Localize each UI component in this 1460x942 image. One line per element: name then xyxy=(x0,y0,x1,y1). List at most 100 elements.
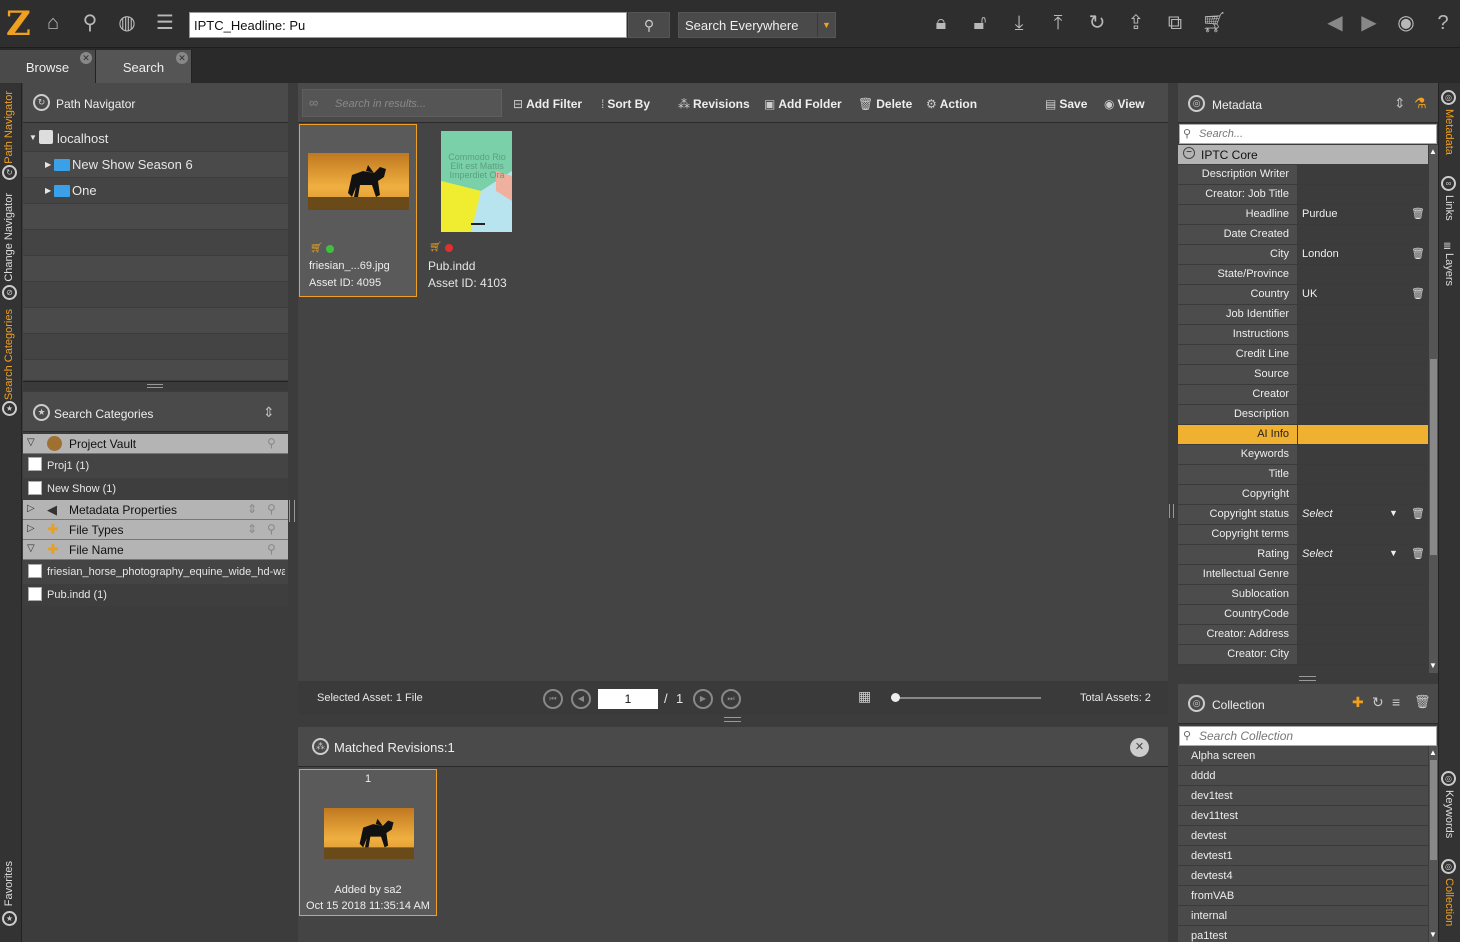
metadata-row[interactable]: Description xyxy=(1178,405,1428,425)
sort-by-button[interactable]: ⁞ Sort By xyxy=(601,97,650,111)
chevron-down-icon[interactable]: ▼ xyxy=(1389,508,1398,518)
collection-item[interactable]: devtest xyxy=(1178,826,1428,846)
metadata-row[interactable]: State/Province xyxy=(1178,265,1428,285)
list-icon[interactable]: ≡ xyxy=(1392,694,1400,710)
category-item[interactable]: friesian_horse_photography_equine_wide_h… xyxy=(23,560,288,584)
checkbox[interactable] xyxy=(28,481,42,495)
checkbox[interactable] xyxy=(28,457,42,471)
trash-icon[interactable]: 🗑︎ xyxy=(1411,547,1425,560)
scroll-up-icon[interactable]: ▲ xyxy=(1429,748,1437,757)
metadata-row[interactable]: City London 🗑︎ xyxy=(1178,245,1428,265)
add-filter-button[interactable]: ⊟ Add Filter xyxy=(513,97,582,111)
collection-search-input[interactable]: ⚲ Search Collection xyxy=(1179,726,1437,746)
collection-item[interactable]: fromVAB xyxy=(1178,886,1428,906)
vertical-splitter-handle[interactable] xyxy=(1169,504,1174,518)
close-icon[interactable]: ✕ xyxy=(176,52,188,64)
expand-icon[interactable]: ▶ xyxy=(45,186,51,195)
splitter-handle[interactable] xyxy=(23,381,288,391)
download-icon[interactable]: ⤓ xyxy=(1006,10,1032,36)
scrollbar[interactable]: ▲ ▼ xyxy=(1429,746,1438,942)
rail-layers[interactable]: Layers xyxy=(1443,253,1455,286)
tab-search[interactable]: Search ✕ xyxy=(96,50,192,83)
app-logo[interactable]: Z xyxy=(6,6,31,42)
metadata-row[interactable]: Headline Purdue 🗑︎ xyxy=(1178,205,1428,225)
metadata-row[interactable]: Copyright status Select ▼ 🗑︎ xyxy=(1178,505,1428,525)
collection-item[interactable]: internal xyxy=(1178,906,1428,926)
metadata-row[interactable]: CountryCode xyxy=(1178,605,1428,625)
asset-thumbnail[interactable]: Commodo Rio Elit est Mattis Imperdiet Or… xyxy=(441,131,512,232)
action-button[interactable]: ⚙ Action xyxy=(926,97,977,111)
save-button[interactable]: ▤ Save xyxy=(1045,97,1087,111)
metadata-field-value[interactable]: Select xyxy=(1302,548,1333,560)
revision-thumbnail[interactable] xyxy=(324,808,414,859)
collection-item[interactable]: devtest1 xyxy=(1178,846,1428,866)
last-page-button[interactable]: ⏭ xyxy=(721,689,741,709)
collection-item[interactable]: devtest4 xyxy=(1178,866,1428,886)
search-icon[interactable]: ⚲ xyxy=(267,542,276,556)
search-icon[interactable]: ⚲ xyxy=(267,502,276,516)
trash-icon[interactable]: 🗑︎ xyxy=(1411,207,1425,220)
splitter-handle[interactable] xyxy=(1299,676,1316,681)
user-icon[interactable]: ◉ xyxy=(1393,10,1419,36)
collection-item[interactable]: dddd xyxy=(1178,766,1428,786)
flask-icon[interactable]: ⚗ xyxy=(1414,95,1427,112)
chevron-down-icon[interactable]: ▼ xyxy=(1389,548,1398,558)
rail-metadata[interactable]: Metadata xyxy=(1443,109,1455,155)
metadata-row[interactable]: Description Writer xyxy=(1178,165,1428,185)
rail-keywords[interactable]: Keywords xyxy=(1443,790,1455,838)
metadata-row[interactable]: Job Identifier xyxy=(1178,305,1428,325)
category-project-vault[interactable]: ▽ Project Vault ⚲ xyxy=(23,434,288,454)
rail-favorites[interactable]: Favorites xyxy=(3,861,15,906)
metadata-row[interactable]: Creator xyxy=(1178,385,1428,405)
asset-card[interactable]: 🛒︎ friesian_...69.jpg Asset ID: 4095 xyxy=(299,124,417,297)
search-icon[interactable]: ⚲ xyxy=(267,436,276,450)
first-page-button[interactable]: ⏮ xyxy=(543,689,563,709)
global-search-input[interactable]: IPTC_Headline: Pu xyxy=(189,12,627,38)
vertical-splitter-handle[interactable] xyxy=(289,500,295,522)
lock-icon[interactable]: 🔒︎ xyxy=(928,10,954,36)
add-collection-icon[interactable]: ✚ xyxy=(1352,694,1364,711)
expand-icon[interactable]: ▷ xyxy=(27,503,35,514)
metadata-row[interactable]: Sublocation xyxy=(1178,585,1428,605)
category-file-types[interactable]: ▷ ✚ File Types ⇕ ⚲ xyxy=(23,520,288,540)
metadata-row[interactable]: Creator: Job Title xyxy=(1178,185,1428,205)
checkbox[interactable] xyxy=(28,564,42,578)
back-arrow-icon[interactable]: ◀ xyxy=(1322,10,1348,36)
collapse-icon[interactable]: ▽ xyxy=(27,543,35,554)
metadata-search-input[interactable]: ⚲ Search... xyxy=(1179,124,1437,144)
collection-item[interactable]: pa1test xyxy=(1178,926,1428,942)
tree-item-new-show[interactable]: ▶ New Show Season 6 xyxy=(23,152,288,178)
tree-item-one[interactable]: ▶ One xyxy=(23,178,288,204)
revision-card[interactable]: 1 Added by sa2 Oct 15 2018 11:35:14 AM xyxy=(299,769,437,916)
trash-icon[interactable]: 🗑︎ xyxy=(1411,247,1425,260)
page-input[interactable]: 1 xyxy=(598,689,658,709)
category-metadata-properties[interactable]: ▷ ◀ Metadata Properties ⇕ ⚲ xyxy=(23,500,288,520)
next-page-button[interactable]: ▶ xyxy=(693,689,713,709)
tree-item-localhost[interactable]: ▼ localhost xyxy=(23,126,288,152)
collection-item[interactable]: Alpha screen xyxy=(1178,746,1428,766)
search-scope-dropdown[interactable]: Search Everywhere ▼ xyxy=(678,12,836,38)
search-in-results-input[interactable]: ∞ Search in results... xyxy=(302,89,502,117)
rail-search-categories[interactable]: Search Categories xyxy=(3,309,15,400)
expand-icon[interactable]: ▶ xyxy=(45,160,51,169)
metadata-row[interactable]: Creator: Address xyxy=(1178,625,1428,645)
category-item[interactable]: New Show (1) xyxy=(23,478,288,500)
unlock-icon[interactable]: 🔓︎ xyxy=(967,10,993,36)
metadata-row[interactable]: Creator: City xyxy=(1178,645,1428,665)
slider-handle[interactable] xyxy=(891,693,900,702)
collapse-all-icon[interactable]: ⇕ xyxy=(263,404,275,421)
metadata-row[interactable]: Credit Line xyxy=(1178,345,1428,365)
cart-icon[interactable]: 🛒︎ xyxy=(310,243,323,254)
forward-arrow-icon[interactable]: ▶ xyxy=(1356,10,1382,36)
scrollbar[interactable]: ▲ ▼ xyxy=(1429,145,1438,673)
search-button[interactable]: ⚲ xyxy=(628,12,670,38)
rail-collection[interactable]: Collection xyxy=(1443,878,1455,926)
cart-icon[interactable]: 🛒︎ xyxy=(1201,10,1227,36)
view-button[interactable]: ◉ View xyxy=(1104,97,1145,111)
metadata-row[interactable]: Copyright xyxy=(1178,485,1428,505)
asset-thumbnail[interactable] xyxy=(308,153,409,210)
collapse-icon[interactable]: − xyxy=(1183,147,1195,159)
metadata-row[interactable]: Keywords xyxy=(1178,445,1428,465)
rail-links[interactable]: Links xyxy=(1443,195,1455,221)
rail-path-navigator[interactable]: Path Navigator xyxy=(3,91,15,164)
